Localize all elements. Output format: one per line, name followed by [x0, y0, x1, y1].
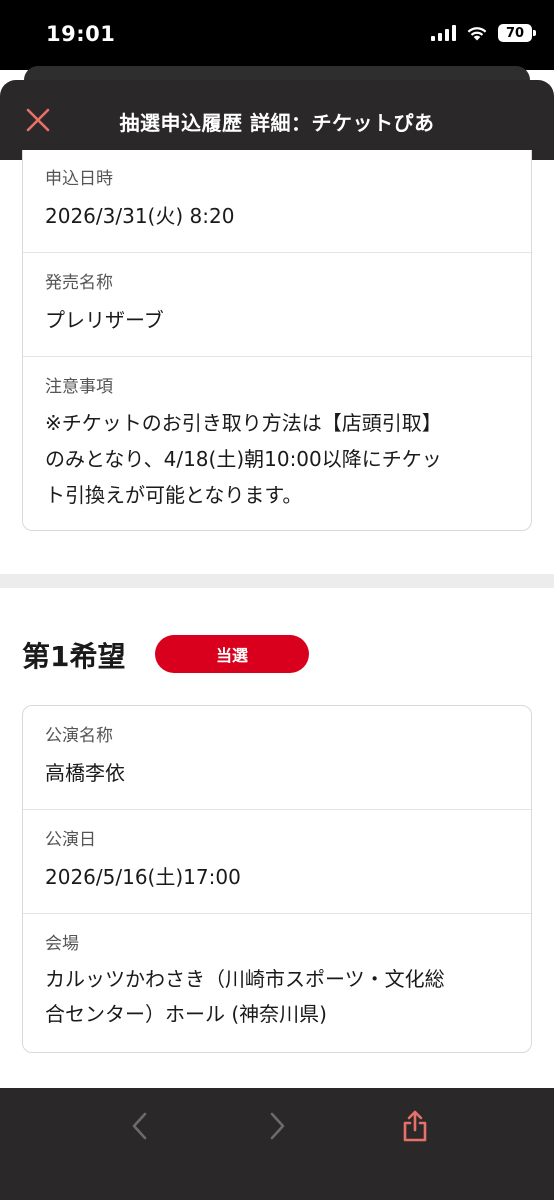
notes-line: のみとなり、4/18(土)朝10:00以降にチケッ [45, 447, 442, 471]
forward-button[interactable] [257, 1106, 297, 1146]
performance-name-label: 公演名称 [45, 726, 113, 746]
sale-name-value: プレリザーブ [45, 308, 164, 332]
performance-name-row: 公演名称 高橋李依 [23, 706, 531, 810]
venue-line: カルッツかわさき（川崎市スポーツ・文化総 [45, 967, 445, 991]
venue-value: カルッツかわさき（川崎市スポーツ・文化総 合センター）ホール (神奈川県) [45, 962, 509, 1032]
venue-line: 合センター）ホール (神奈川県) [45, 1002, 327, 1026]
back-button[interactable] [120, 1106, 160, 1146]
notes-line: ト引換えが可能となります。 [45, 483, 303, 507]
application-date-row: 申込日時 2026/3/31(火) 8:20 [23, 150, 531, 253]
share-button[interactable] [395, 1106, 435, 1146]
venue-label: 会場 [45, 934, 79, 954]
wifi-icon [467, 27, 487, 41]
signal-icon [431, 25, 456, 41]
sale-name-row: 発売名称 プレリザーブ [23, 253, 531, 357]
notes-label: 注意事項 [45, 377, 113, 397]
section-divider [0, 574, 554, 588]
application-date-label: 申込日時 [45, 169, 113, 189]
status-time: 19:01 [46, 22, 116, 46]
sale-name-label: 発売名称 [45, 273, 113, 293]
result-badge: 当選 [155, 635, 309, 673]
status-bar: 19:01 70 [0, 0, 554, 70]
page: 19:01 70 抽選申込履歴 詳細：チケットぴあ 申込日時 2026/3/31… [0, 0, 554, 1200]
chevron-right-icon [270, 1112, 285, 1140]
performance-date-label: 公演日 [45, 830, 96, 850]
page-title: 抽選申込履歴 詳細：チケットぴあ [119, 111, 435, 135]
status-icons: 70 [431, 24, 536, 42]
modal-header: 抽選申込履歴 詳細：チケットぴあ [0, 80, 554, 160]
venue-row: 会場 カルッツかわさき（川崎市スポーツ・文化総 合センター）ホール (神奈川県) [23, 914, 531, 1052]
share-icon [403, 1110, 427, 1142]
choice-title: 第1希望 [22, 640, 126, 673]
battery-icon: 70 [498, 24, 536, 42]
chevron-left-icon [132, 1112, 147, 1140]
bottom-toolbar [0, 1088, 554, 1200]
performance-name-value: 高橋李依 [45, 761, 125, 785]
performance-info-card: 公演名称 高橋李依 公演日 2026/5/16(土)17:00 会場 カルッツか… [22, 705, 532, 1053]
battery-level: 70 [505, 25, 525, 41]
application-info-card: 申込日時 2026/3/31(火) 8:20 発売名称 プレリザーブ 注意事項 … [22, 150, 532, 531]
notes-line: ※チケットのお引き取り方法は【店頭引取】 [45, 411, 442, 435]
notes-row: 注意事項 ※チケットのお引き取り方法は【店頭引取】 のみとなり、4/18(土)朝… [23, 357, 531, 529]
performance-date-value: 2026/5/16(土)17:00 [45, 865, 241, 889]
application-date-value: 2026/3/31(火) 8:20 [45, 204, 235, 228]
notes-value: ※チケットのお引き取り方法は【店頭引取】 のみとなり、4/18(土)朝10:00… [45, 405, 509, 513]
performance-date-row: 公演日 2026/5/16(土)17:00 [23, 810, 531, 914]
